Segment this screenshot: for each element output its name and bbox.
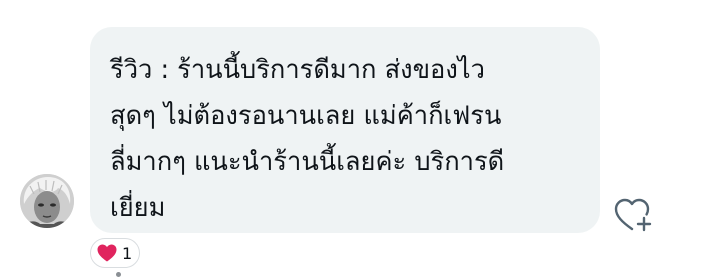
comment-text: รีวิว : ร้านนี้บริการดีมาก ส่งของไว สุดๆ… [110, 47, 582, 231]
comment-bubble: รีวิว : ร้านนี้บริการดีมาก ส่งของไว สุดๆ… [90, 27, 600, 233]
comment-text-line: เยี่ยม [110, 193, 166, 223]
comment-text-line: รีวิว : ร้านนี้บริการดีมาก ส่งของไว [110, 55, 485, 85]
reaction-badge[interactable]: 1 [90, 238, 141, 268]
heart-plus-icon [614, 198, 652, 232]
comment-text-line: สุดๆ ไม่ต้องรอนานเลย แม่ค้าก็เฟรน [110, 101, 502, 131]
avatar-image [20, 174, 74, 228]
reaction-count: 1 [122, 243, 133, 263]
comment-text-line: ลี่มากๆ แนะนำร้านนี้เลยค่ะ บริการดี [110, 147, 505, 177]
heart-icon [97, 244, 117, 262]
comment-row: รีวิว : ร้านนี้บริการดีมาก ส่งของไว สุดๆ… [0, 0, 720, 277]
add-reaction-button[interactable] [612, 196, 656, 236]
next-item-indicator [116, 272, 121, 277]
avatar[interactable] [20, 174, 74, 228]
